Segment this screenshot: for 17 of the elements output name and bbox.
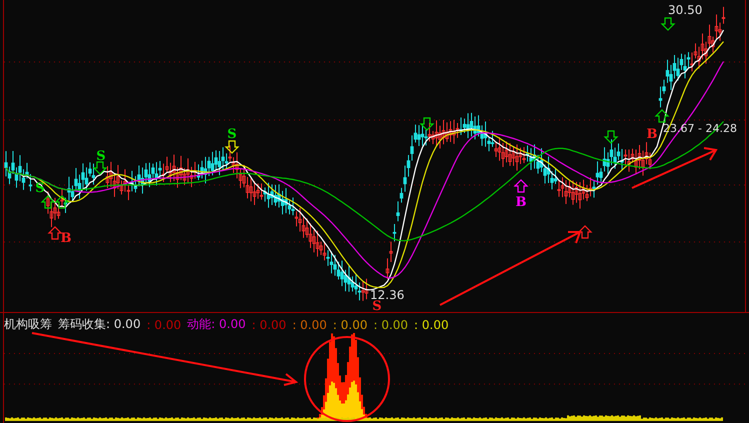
signal-letter: S (372, 299, 382, 313)
price-label: 30.50 (668, 3, 702, 17)
indicator-value: 筹码收集: 0.00 (58, 316, 141, 333)
indicator-value: : 0.00 (146, 318, 182, 332)
indicator-value: : 0.00 (414, 318, 449, 332)
indicator-value: 动能: 0.00 (187, 316, 246, 333)
signal-letter: B (646, 127, 658, 142)
signal-letter: S (96, 149, 106, 164)
indicator-value: : 0.00 (373, 318, 408, 332)
signal-letter: S (35, 181, 45, 196)
signal-letter: B (516, 195, 526, 210)
indicator-value: : 0.00 (252, 318, 286, 332)
signal-letter: B (60, 231, 72, 246)
signal-letter: S (227, 127, 237, 142)
indicator-title: 机构吸筹 (4, 316, 52, 333)
indicator-value: : 0.00 (332, 318, 368, 332)
indicator-value: : 0.00 (292, 318, 327, 332)
